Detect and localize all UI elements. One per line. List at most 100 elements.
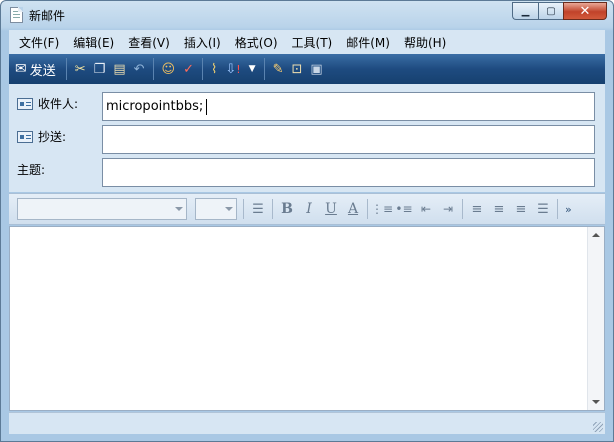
cut-button[interactable]: ✂ (71, 57, 90, 81)
justify-button[interactable]: ☰ (532, 198, 554, 220)
increase-indent-icon: ⇥ (442, 202, 454, 216)
scroll-down-icon[interactable] (592, 400, 600, 404)
title-bar[interactable]: 新邮件 ▁ ▢ ✕ (1, 1, 613, 30)
paragraph-style-icon: ☰ (252, 201, 264, 217)
send-label: 发送 (29, 63, 56, 79)
address-card-icon (17, 97, 33, 110)
increase-indent-button[interactable]: ⇥ (437, 198, 459, 220)
sign-icon: ✎ (272, 61, 284, 77)
align-right-icon: ≡ (515, 201, 527, 217)
priority-dropdown[interactable]: ▼ (245, 57, 260, 81)
status-bar (9, 412, 605, 434)
send-button[interactable]: ✉ 发送 (11, 57, 62, 81)
subject-field[interactable] (102, 158, 595, 187)
undo-button[interactable]: ↶ (130, 57, 149, 81)
decrease-indent-icon: ⇤ (420, 202, 432, 216)
priority-icon: ⇩ (225, 61, 237, 77)
font-name-select[interactable] (17, 198, 187, 220)
cc-label: 抄送: (38, 130, 67, 144)
chevron-down-icon (175, 207, 183, 211)
subject-label: 主题: (17, 163, 46, 177)
priority-flag-icon: ! (236, 62, 241, 76)
paste-button[interactable]: ▤ (109, 57, 129, 81)
numbered-list-icon: ⋮≡ (370, 202, 394, 216)
font-color-icon: A (347, 201, 359, 217)
toolbar-separator (65, 58, 67, 80)
decrease-indent-button[interactable]: ⇤ (415, 198, 437, 220)
check-names-button[interactable]: ☺ (158, 57, 180, 81)
priority-button[interactable]: ⇩! (221, 57, 244, 81)
address-card-icon (17, 130, 33, 143)
cc-field[interactable] (102, 125, 595, 154)
align-right-button[interactable]: ≡ (510, 198, 532, 220)
bullet-list-button[interactable]: •≡ (393, 198, 415, 220)
compose-window: 新邮件 ▁ ▢ ✕ 文件(F) 编辑(E) 查看(V) 插入(I) 格式(O) … (0, 0, 614, 442)
toolbar-separator (152, 58, 154, 80)
toolbar-overflow-button[interactable]: » (565, 203, 572, 216)
scissors-icon: ✂ (74, 61, 86, 77)
format-separator (462, 199, 463, 219)
menu-format[interactable]: 格式(O) (229, 34, 286, 51)
menu-help[interactable]: 帮助(H) (398, 34, 454, 51)
menu-view[interactable]: 查看(V) (122, 34, 178, 51)
message-headers: 收件人: micropointbbs; 抄送: 主题: (9, 84, 605, 192)
text-caret (206, 98, 208, 115)
close-button[interactable]: ✕ (563, 2, 607, 20)
align-center-icon: ≡ (493, 201, 505, 217)
numbered-list-button[interactable]: ⋮≡ (371, 198, 393, 220)
to-label: 收件人: (38, 97, 79, 111)
italic-icon: I (306, 201, 312, 217)
menu-edit[interactable]: 编辑(E) (67, 34, 122, 51)
undo-icon: ↶ (133, 61, 145, 77)
underline-button[interactable]: U (320, 198, 342, 220)
contacts-icon: ☺ (161, 61, 176, 77)
subject-label-wrap: 主题: (17, 161, 45, 178)
spellcheck-icon: ✓ (183, 61, 194, 77)
menu-bar: 文件(F) 编辑(E) 查看(V) 插入(I) 格式(O) 工具(T) 邮件(M… (9, 30, 605, 54)
menu-message[interactable]: 邮件(M) (340, 34, 398, 51)
message-body-editor[interactable] (9, 226, 605, 411)
sign-button[interactable]: ✎ (269, 57, 288, 81)
to-label-button[interactable]: 收件人: (17, 95, 78, 112)
align-left-button[interactable]: ≡ (466, 198, 488, 220)
resize-grip-icon[interactable] (593, 422, 603, 432)
new-mail-icon (10, 7, 23, 23)
menu-file[interactable]: 文件(F) (13, 34, 67, 51)
minimize-button[interactable]: ▁ (512, 2, 538, 20)
work-offline-button[interactable]: ▣ (306, 57, 326, 81)
underline-icon: U (325, 201, 337, 217)
copy-icon: ❐ (93, 61, 106, 77)
to-value: micropointbbs; (106, 99, 204, 114)
maximize-button[interactable]: ▢ (538, 2, 563, 20)
align-center-button[interactable]: ≡ (488, 198, 510, 220)
font-size-select[interactable] (195, 198, 237, 220)
italic-button[interactable]: I (298, 198, 320, 220)
format-separator (367, 199, 368, 219)
vertical-scrollbar[interactable] (587, 227, 604, 410)
copy-button[interactable]: ❐ (90, 57, 110, 81)
font-color-button[interactable]: A (342, 198, 364, 220)
menu-tools[interactable]: 工具(T) (286, 34, 341, 51)
cc-label-button[interactable]: 抄送: (17, 128, 66, 145)
spelling-button[interactable]: ✓ (179, 57, 198, 81)
bold-button[interactable]: B (276, 198, 298, 220)
close-icon: ✕ (579, 3, 591, 19)
menu-insert[interactable]: 插入(I) (178, 34, 229, 51)
paperclip-icon: ⌇ (210, 61, 218, 77)
paragraph-style-button[interactable]: ☰ (247, 198, 269, 220)
encrypt-button[interactable]: ⊡ (288, 57, 307, 81)
maximize-icon: ▢ (546, 5, 556, 17)
format-separator (243, 199, 244, 219)
clipboard-icon: ▤ (113, 61, 126, 77)
encrypt-icon: ⊡ (291, 61, 303, 77)
align-left-icon: ≡ (471, 201, 483, 217)
caption-buttons: ▁ ▢ ✕ (512, 2, 607, 20)
scroll-up-icon[interactable] (592, 233, 600, 237)
justify-icon: ☰ (537, 201, 549, 217)
format-separator (557, 199, 558, 219)
attach-button[interactable]: ⌇ (207, 57, 221, 81)
send-icon: ✉ (15, 61, 27, 77)
format-separator (272, 199, 273, 219)
to-field[interactable]: micropointbbs; (102, 92, 595, 121)
monitor-icon: ▣ (310, 61, 323, 77)
